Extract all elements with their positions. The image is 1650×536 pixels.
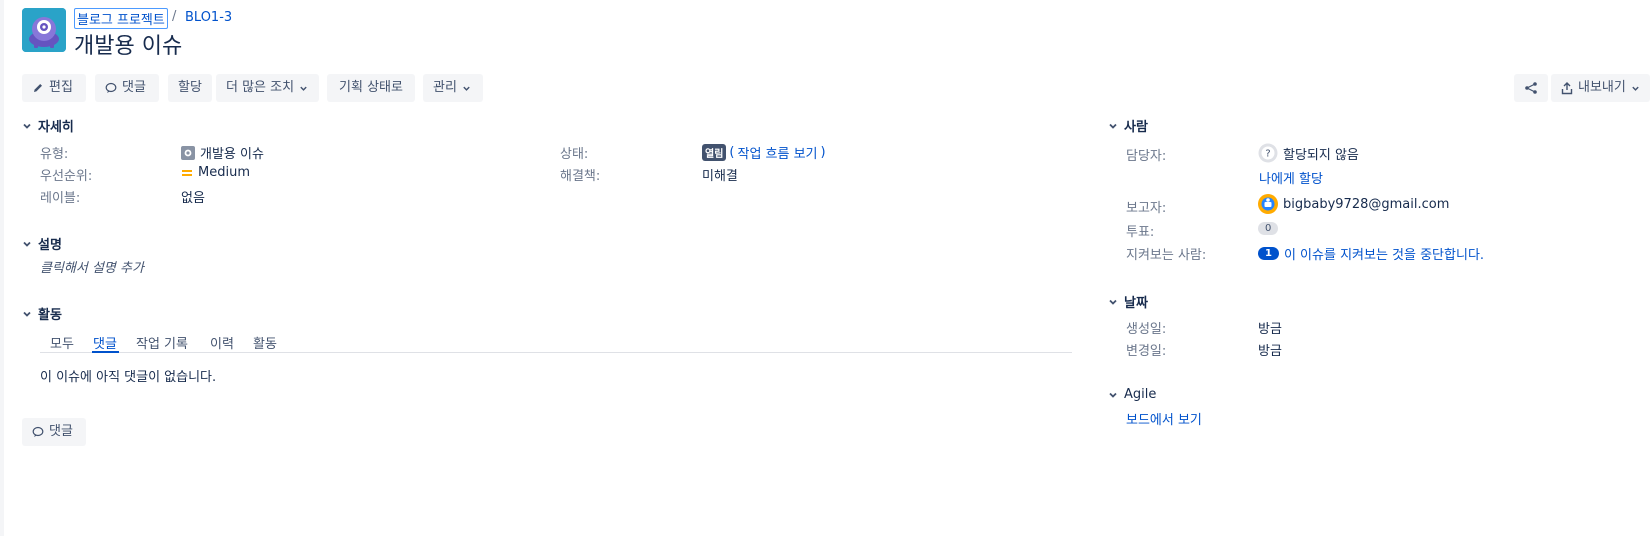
description-heading: 설명 xyxy=(38,238,62,253)
page-title: 개발용 이슈 xyxy=(74,34,183,59)
breadcrumb-issue-key-link[interactable]: BLO1-3 xyxy=(185,10,232,25)
add-comment-label: 댓글 xyxy=(49,424,73,439)
export-label: 내보내기 xyxy=(1578,80,1626,95)
add-comment-button[interactable]: 댓글 xyxy=(22,418,86,446)
tab-work-log[interactable]: 작업 기록 xyxy=(136,333,188,352)
comment-button-label: 댓글 xyxy=(122,80,146,95)
assign-button-label: 할당 xyxy=(178,80,202,95)
watchers-value: 1 이 이슈를 지켜보는 것을 중단합니다. xyxy=(1258,244,1484,263)
priority-value: Medium xyxy=(181,165,250,180)
activity-heading: 활동 xyxy=(38,308,62,323)
edit-button[interactable]: 편집 xyxy=(22,74,86,102)
comment-icon xyxy=(32,426,44,438)
agile-section-toggle[interactable]: Agile xyxy=(1108,387,1156,402)
chevron-down-icon xyxy=(462,84,471,93)
priority-medium-icon xyxy=(181,167,193,179)
assignee-label: 담당자: xyxy=(1126,149,1167,164)
status-value: 열림 (작업 흐름 보기) xyxy=(702,143,826,162)
svg-text:?: ? xyxy=(1265,149,1270,160)
watchers-count-badge[interactable]: 1 xyxy=(1258,247,1279,260)
agile-heading: Agile xyxy=(1124,387,1157,402)
chevron-down-icon xyxy=(22,309,32,319)
resolution-value: 미해결 xyxy=(702,169,738,184)
export-icon xyxy=(1561,81,1573,95)
updated-value: 방금 xyxy=(1258,344,1282,359)
type-value-text: 개발용 이슈 xyxy=(200,147,264,162)
updated-label: 변경일: xyxy=(1126,344,1167,359)
details-heading: 자세히 xyxy=(38,120,74,135)
priority-label: 우선순위: xyxy=(40,169,93,184)
tab-all[interactable]: 모두 xyxy=(50,333,74,352)
votes-count-badge[interactable]: 0 xyxy=(1258,222,1279,235)
status-label: 상태: xyxy=(560,147,589,162)
dates-heading: 날짜 xyxy=(1124,296,1148,311)
dates-section-toggle[interactable]: 날짜 xyxy=(1108,292,1148,311)
priority-value-text: Medium xyxy=(198,165,250,180)
stop-watching-link[interactable]: 이 이슈를 지켜보는 것을 중단합니다. xyxy=(1284,244,1484,263)
export-dropdown[interactable]: 내보내기 xyxy=(1551,74,1650,102)
type-value: 개발용 이슈 xyxy=(181,143,264,162)
share-button[interactable] xyxy=(1514,74,1548,102)
details-section-toggle[interactable]: 자세히 xyxy=(22,116,74,135)
reporter-avatar-icon xyxy=(1258,194,1278,214)
assign-button[interactable]: 할당 xyxy=(168,74,212,102)
chevron-down-icon xyxy=(299,84,308,93)
tab-comments[interactable]: 댓글 xyxy=(93,333,117,352)
comment-button[interactable]: 댓글 xyxy=(95,74,159,102)
status-open-paren: ( xyxy=(729,145,735,160)
issue-type-icon xyxy=(181,145,195,160)
manage-label: 관리 xyxy=(433,80,457,95)
votes-label: 투표: xyxy=(1126,225,1155,240)
type-label: 유형: xyxy=(40,147,69,162)
assignee-value-text: 할당되지 않음 xyxy=(1283,147,1359,163)
unassigned-avatar-icon: ? xyxy=(1258,143,1278,163)
chevron-down-icon xyxy=(1108,297,1118,307)
status-lozenge: 열림 xyxy=(702,144,727,161)
more-actions-dropdown[interactable]: 더 많은 조치 xyxy=(216,74,319,102)
assignee-value: ? 할당되지 않음 xyxy=(1258,143,1359,163)
description-placeholder[interactable]: 클릭해서 설명 추가 xyxy=(40,257,144,276)
created-value: 방금 xyxy=(1258,322,1282,337)
manage-dropdown[interactable]: 관리 xyxy=(423,74,483,102)
reporter-value[interactable]: bigbaby9728@gmail.com xyxy=(1258,194,1449,214)
tab-history[interactable]: 이력 xyxy=(210,333,234,352)
planning-state-label: 기획 상태로 xyxy=(339,80,403,95)
chevron-down-icon xyxy=(22,121,32,131)
people-heading: 사람 xyxy=(1124,120,1148,135)
chevron-down-icon xyxy=(1108,121,1118,131)
activity-section-toggle[interactable]: 활동 xyxy=(22,304,62,323)
edit-button-label: 편집 xyxy=(49,80,73,95)
labels-value[interactable]: 없음 xyxy=(181,187,205,206)
breadcrumb-project-link[interactable]: 블로그 프로젝트 xyxy=(74,8,168,29)
active-tab-indicator xyxy=(92,351,119,353)
breadcrumb-separator: / xyxy=(172,9,177,24)
chevron-down-icon xyxy=(1108,390,1118,400)
planning-state-button[interactable]: 기획 상태로 xyxy=(327,74,415,102)
more-actions-label: 더 많은 조치 xyxy=(226,80,295,95)
left-edge-strip xyxy=(0,0,4,536)
resolution-label: 해결책: xyxy=(560,169,601,184)
status-close-paren: ) xyxy=(820,145,826,160)
assign-to-me-link[interactable]: 나에게 할당 xyxy=(1259,168,1323,187)
chevron-down-icon xyxy=(22,239,32,249)
no-comments-message: 이 이슈에 아직 댓글이 없습니다. xyxy=(40,370,217,385)
people-section-toggle[interactable]: 사람 xyxy=(1108,116,1148,135)
labels-label: 레이블: xyxy=(40,191,81,206)
project-avatar-icon[interactable] xyxy=(22,8,66,52)
tabs-divider xyxy=(40,352,1072,353)
reporter-value-text: bigbaby9728@gmail.com xyxy=(1283,196,1450,212)
description-section-toggle[interactable]: 설명 xyxy=(22,234,62,253)
created-label: 생성일: xyxy=(1126,322,1167,337)
workflow-link[interactable]: 작업 흐름 보기 xyxy=(737,143,817,162)
comment-icon xyxy=(105,82,117,94)
tab-activity[interactable]: 활동 xyxy=(253,333,277,352)
view-on-board-link[interactable]: 보드에서 보기 xyxy=(1126,409,1202,428)
pencil-icon xyxy=(32,82,44,94)
chevron-down-icon xyxy=(1631,84,1640,93)
watchers-label: 지켜보는 사람: xyxy=(1126,248,1207,263)
share-icon xyxy=(1524,81,1538,95)
reporter-label: 보고자: xyxy=(1126,201,1167,216)
